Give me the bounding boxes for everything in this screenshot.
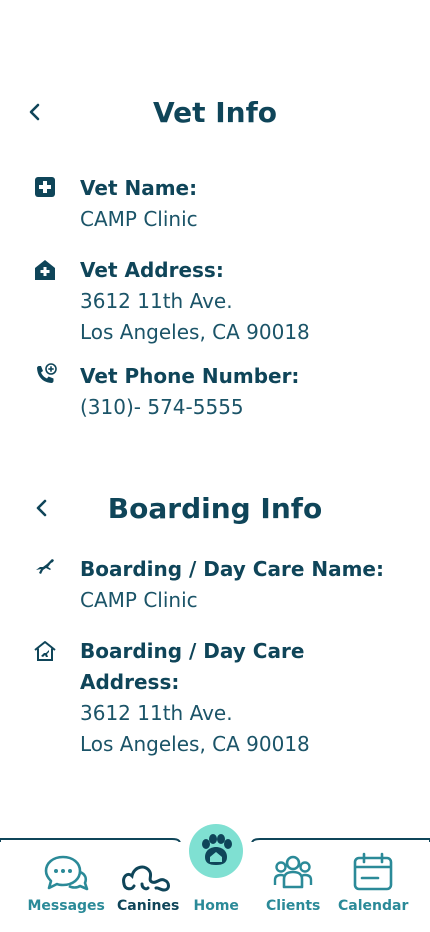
tab-clients[interactable]: Clients xyxy=(258,836,328,932)
calendar-icon xyxy=(353,852,393,891)
boarding-info-title: Boarding Info xyxy=(107,492,323,525)
tab-canines[interactable]: Canines xyxy=(113,836,183,932)
tab-home-label: Home xyxy=(193,898,239,914)
tab-calendar[interactable]: Calendar xyxy=(336,836,410,932)
vet-address-line-1: 3612 11th Ave. xyxy=(80,289,233,313)
dog-house-icon xyxy=(34,641,56,661)
running-dog-icon xyxy=(36,559,54,574)
vet-name-label: Vet Name: xyxy=(80,176,198,200)
people-icon xyxy=(273,855,313,889)
tab-home[interactable]: Home xyxy=(181,836,251,932)
boarding-info-header: Boarding Info xyxy=(0,488,430,528)
boarding-name-value: CAMP Clinic xyxy=(80,588,198,612)
tab-canines-label: Canines xyxy=(117,898,180,914)
vet-phone-label: Vet Phone Number: xyxy=(80,364,300,388)
boarding-address-line-1: 3612 11th Ave. xyxy=(80,701,233,725)
vet-address-label: Vet Address: xyxy=(80,258,224,282)
phone-medical-icon xyxy=(37,363,57,383)
boarding-name-label: Boarding / Day Care Name: xyxy=(80,557,384,581)
vet-info-header: Vet Info xyxy=(0,92,430,132)
dog-icon xyxy=(122,865,170,892)
medical-plus-icon xyxy=(35,177,55,197)
vet-phone-value[interactable]: (310)- 574-5555 xyxy=(80,392,244,423)
boarding-address-label-line-2: Address: xyxy=(80,670,180,694)
bottom-tab-bar: Messages Canines Home Clients Calendar xyxy=(0,824,430,932)
boarding-address-label-line-1: Boarding / Day Care xyxy=(80,639,305,663)
boarding-address-line-2: Los Angeles, CA 90018 xyxy=(80,732,310,756)
vet-address-line-2: Los Angeles, CA 90018 xyxy=(80,320,310,344)
chat-icon xyxy=(44,855,89,891)
vet-info-title: Vet Info xyxy=(152,96,278,129)
hospital-house-icon xyxy=(35,260,55,280)
tab-clients-label: Clients xyxy=(266,898,321,914)
tab-messages-label: Messages xyxy=(27,898,105,914)
vet-name-value: CAMP Clinic xyxy=(80,207,198,231)
tab-calendar-label: Calendar xyxy=(338,898,409,914)
tab-messages[interactable]: Messages xyxy=(27,836,105,932)
